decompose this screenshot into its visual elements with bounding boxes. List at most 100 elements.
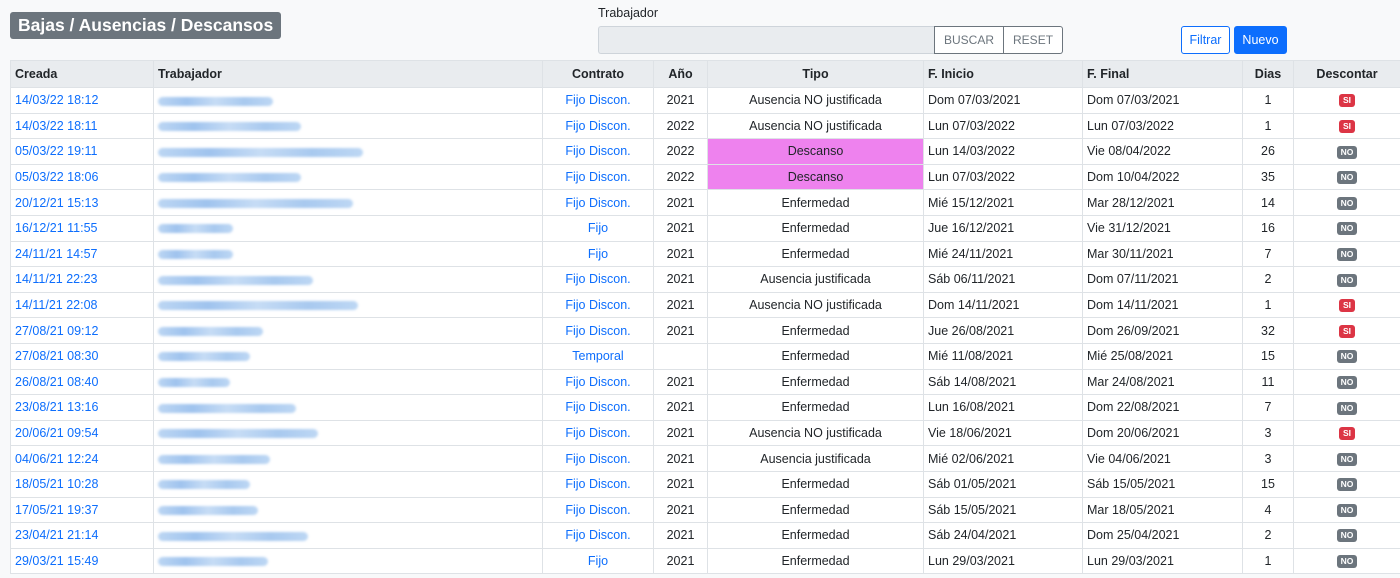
creada-link[interactable]: 14/03/22 18:12 [15, 93, 98, 107]
creada-link[interactable]: 20/12/21 15:13 [15, 196, 98, 210]
cell-dias: 2 [1242, 522, 1294, 549]
cell-contrato: Fijo Discon. [542, 189, 654, 216]
creada-link[interactable]: 05/03/22 18:06 [15, 170, 98, 184]
contrato-link[interactable]: Fijo Discon. [565, 272, 630, 286]
contrato-link[interactable]: Fijo Discon. [565, 144, 630, 158]
creada-link[interactable]: 20/06/21 09:54 [15, 426, 98, 440]
cell-fecha-final: Dom 07/11/2021 [1082, 266, 1243, 293]
column-header-contrato[interactable]: Contrato [542, 60, 654, 88]
column-header-fecha-final[interactable]: F. Final [1082, 60, 1243, 88]
cell-tipo: Ausencia justificada [707, 445, 924, 472]
contrato-link[interactable]: Fijo Discon. [565, 477, 630, 491]
cell-fecha-final: Vie 08/04/2022 [1082, 138, 1243, 165]
column-header-creada[interactable]: Creada [10, 60, 154, 88]
cell-descontar: NO [1293, 240, 1400, 268]
column-header-anio[interactable]: Año [653, 60, 708, 88]
contrato-link[interactable]: Fijo Discon. [565, 528, 630, 542]
trabajador-name-redacted [158, 480, 250, 490]
cell-contrato: Fijo Discon. [542, 266, 654, 293]
contrato-link[interactable]: Fijo Discon. [565, 503, 630, 517]
contrato-link[interactable]: Fijo Discon. [565, 93, 630, 107]
contrato-link[interactable]: Temporal [572, 349, 623, 363]
descontar-badge: SI [1338, 324, 1356, 338]
creada-link[interactable]: 23/08/21 13:16 [15, 400, 98, 414]
cell-contrato: Fijo Discon. [542, 394, 654, 421]
cell-dias: 16 [1242, 214, 1294, 242]
column-header-trabajador[interactable]: Trabajador [153, 60, 543, 88]
creada-link[interactable]: 14/03/22 18:11 [15, 119, 97, 133]
creada-link[interactable]: 18/05/21 10:28 [15, 477, 98, 491]
contrato-link[interactable]: Fijo Discon. [565, 324, 630, 338]
cell-fecha-final: Dom 14/11/2021 [1082, 291, 1243, 319]
cell-dias: 15 [1242, 470, 1294, 498]
creada-link[interactable]: 14/11/21 22:23 [15, 272, 97, 286]
cell-contrato: Fijo Discon. [542, 522, 654, 549]
cell-fecha-final: Vie 04/06/2021 [1082, 445, 1243, 472]
cell-trabajador [153, 368, 543, 396]
cell-fecha-final: Mar 24/08/2021 [1082, 368, 1243, 396]
creada-link[interactable]: 29/03/21 15:49 [15, 554, 98, 568]
contrato-link[interactable]: Fijo Discon. [565, 426, 630, 440]
trabajador-name-redacted [158, 531, 308, 541]
buscar-button[interactable]: BUSCAR [934, 26, 1005, 54]
cell-creada: 18/05/21 10:28 [10, 470, 154, 498]
contrato-link[interactable]: Fijo Discon. [565, 196, 630, 210]
creada-link[interactable]: 24/11/21 14:57 [15, 247, 97, 261]
creada-link[interactable]: 14/11/21 22:08 [15, 298, 97, 312]
table-header-row: Creada Trabajador Contrato Año Tipo F. I… [10, 60, 1400, 88]
cell-creada: 20/06/21 09:54 [10, 419, 154, 447]
contrato-link[interactable]: Fijo Discon. [565, 375, 630, 389]
cell-descontar: SI [1293, 317, 1400, 344]
contrato-link[interactable]: Fijo Discon. [565, 119, 630, 133]
cell-contrato: Fijo Discon. [542, 163, 654, 191]
contrato-link[interactable]: Fijo Discon. [565, 298, 630, 312]
contrato-link[interactable]: Fijo [588, 247, 608, 261]
contrato-link[interactable]: Fijo [588, 554, 608, 568]
contrato-link[interactable]: Fijo Discon. [565, 170, 630, 184]
cell-trabajador [153, 394, 543, 421]
cell-fecha-inicio: Lun 29/03/2021 [923, 547, 1083, 575]
cell-trabajador [153, 445, 543, 472]
column-header-dias[interactable]: Dias [1242, 60, 1294, 88]
cell-contrato: Fijo Discon. [542, 496, 654, 524]
descontar-badge: NO [1336, 350, 1358, 364]
creada-link[interactable]: 04/06/21 12:24 [15, 452, 98, 466]
column-header-fecha-inicio[interactable]: F. Inicio [923, 60, 1083, 88]
cell-dias: 26 [1242, 138, 1294, 165]
cell-dias: 1 [1242, 547, 1294, 575]
creada-link[interactable]: 16/12/21 11:55 [15, 221, 97, 235]
cell-dias: 14 [1242, 189, 1294, 216]
nuevo-button[interactable]: Nuevo [1234, 26, 1287, 54]
cell-anio: 2021 [653, 214, 708, 242]
descontar-badge: NO [1336, 478, 1358, 492]
descontar-badge: NO [1336, 401, 1358, 415]
cell-creada: 05/03/22 18:06 [10, 163, 154, 191]
trabajador-name-redacted [158, 429, 318, 439]
cell-creada: 29/03/21 15:49 [10, 547, 154, 575]
cell-contrato: Fijo Discon. [542, 419, 654, 447]
creada-link[interactable]: 05/03/22 19:11 [15, 144, 97, 158]
contrato-link[interactable]: Fijo Discon. [565, 452, 630, 466]
cell-anio: 2022 [653, 112, 708, 140]
contrato-link[interactable]: Fijo [588, 221, 608, 235]
cell-descontar: NO [1293, 368, 1400, 396]
trabajador-search-input[interactable] [598, 26, 934, 54]
table-row: 23/08/21 13:16 Fijo Discon. 2021 Enfermedad… [10, 394, 1400, 421]
descontar-badge: NO [1336, 452, 1358, 466]
creada-link[interactable]: 26/08/21 08:40 [15, 375, 98, 389]
reset-button[interactable]: RESET [1004, 26, 1064, 54]
creada-link[interactable]: 17/05/21 19:37 [15, 503, 98, 517]
descontar-badge: NO [1336, 247, 1358, 261]
table-row: 23/04/21 21:14 Fijo Discon. 2021 Enfermedad… [10, 522, 1400, 549]
column-header-tipo[interactable]: Tipo [707, 60, 924, 88]
filtrar-button[interactable]: Filtrar [1181, 26, 1230, 54]
contrato-link[interactable]: Fijo Discon. [565, 400, 630, 414]
table-row: 27/08/21 08:30 Temporal Enfermedad Mié 11/0… [10, 342, 1400, 370]
column-header-descontar[interactable]: Descontar [1293, 60, 1400, 88]
creada-link[interactable]: 27/08/21 08:30 [15, 349, 98, 363]
cell-fecha-final: Lun 07/03/2022 [1082, 112, 1243, 140]
cell-tipo: Descanso [707, 138, 924, 165]
creada-link[interactable]: 27/08/21 09:12 [15, 324, 98, 338]
creada-link[interactable]: 23/04/21 21:14 [15, 528, 98, 542]
cell-dias: 2 [1242, 266, 1294, 293]
